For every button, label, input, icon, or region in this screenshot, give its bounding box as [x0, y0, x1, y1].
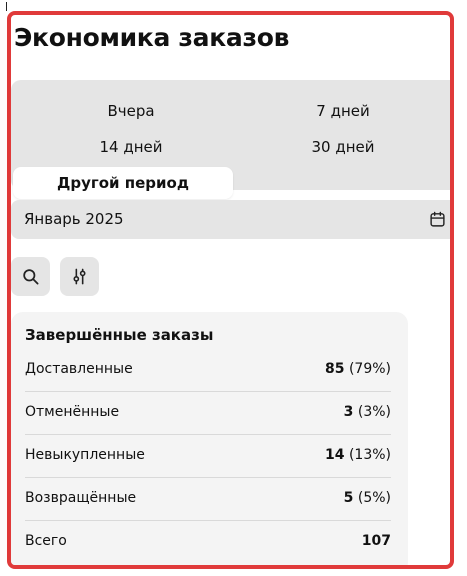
- summary-row-cancelled: Отменённые 3 (3%): [25, 392, 391, 435]
- row-value: 3 (3%): [344, 404, 391, 420]
- completed-orders-card: Завершённые заказы Доставленные 85 (79%)…: [11, 312, 408, 565]
- row-percent: (5%): [357, 490, 391, 506]
- period-selector: Вчера 7 дней 14 дней 30 дней Другой пери…: [11, 80, 450, 199]
- row-count: 5: [343, 490, 354, 506]
- row-label: Невыкупленные: [25, 447, 145, 463]
- summary-row-total: Всего 107: [25, 521, 391, 564]
- row-percent: (3%): [357, 404, 391, 420]
- period-custom[interactable]: Другой период: [13, 167, 233, 199]
- search-icon: [23, 269, 39, 285]
- row-label: Доставленные: [25, 361, 133, 377]
- row-label: Отменённые: [25, 404, 120, 420]
- calendar-icon: [430, 211, 445, 227]
- row-percent: (13%): [348, 447, 391, 463]
- summary-row-not-bought: Невыкупленные 14 (13%): [25, 435, 391, 478]
- month-label: Январь 2025: [24, 210, 124, 228]
- period-14-days[interactable]: 14 дней: [21, 131, 241, 163]
- sliders-icon: [73, 268, 86, 285]
- page-title: Экономика заказов: [14, 23, 290, 52]
- row-count: 107: [361, 533, 391, 549]
- row-label: Возвращённые: [25, 490, 137, 506]
- cursor-mark: [6, 2, 7, 11]
- row-label: Всего: [25, 533, 67, 549]
- summary-row-delivered: Доставленные 85 (79%): [25, 349, 391, 392]
- row-count: 14: [325, 447, 345, 463]
- summary-row-returned: Возвращённые 5 (5%): [25, 478, 391, 521]
- row-value: 14 (13%): [325, 447, 391, 463]
- row-value: 85 (79%): [325, 361, 391, 377]
- month-picker[interactable]: Январь 2025: [11, 200, 450, 239]
- row-value: 5 (5%): [344, 490, 391, 506]
- period-30-days[interactable]: 30 дней: [233, 131, 450, 163]
- card-title: Завершённые заказы: [25, 326, 214, 344]
- period-7-days[interactable]: 7 дней: [233, 95, 450, 127]
- row-percent: (79%): [348, 361, 391, 377]
- filters-button[interactable]: [60, 257, 99, 296]
- period-yesterday[interactable]: Вчера: [21, 95, 241, 127]
- row-value: 107: [362, 533, 391, 549]
- row-count: 85: [325, 361, 345, 377]
- row-count: 3: [343, 404, 354, 420]
- search-button[interactable]: [11, 257, 50, 296]
- orders-economics-panel: Экономика заказов Вчера 7 дней 14 дней 3…: [7, 11, 454, 569]
